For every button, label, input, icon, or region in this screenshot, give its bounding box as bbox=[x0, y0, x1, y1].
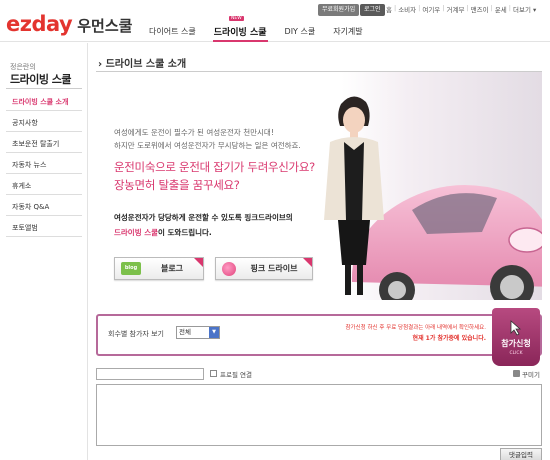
nav-new-badge: NEW bbox=[229, 16, 244, 21]
util-link-home[interactable]: 홈 bbox=[386, 4, 392, 14]
sidebar-heading: 드라이빙 스쿨 bbox=[10, 73, 72, 86]
logo-brand: ezday bbox=[6, 12, 73, 36]
hero-question: 운전미숙으로 운전대 잡기가 두려우신가요? 장농면허 탈출을 꿈꾸세요? bbox=[114, 158, 315, 194]
nickname-input[interactable] bbox=[96, 368, 204, 380]
decorate-icon[interactable] bbox=[513, 370, 520, 377]
hero-banner: 여성에게도 운전이 필수가 된 여성운전자 천만시대! 하지만 도로위에서 여성… bbox=[96, 72, 542, 300]
round-select[interactable]: 전체 ▼ bbox=[176, 326, 220, 339]
blog-button[interactable]: blog 블로그 bbox=[114, 257, 204, 280]
hero-description: 여성운전자가 당당하게 운전할 수 있도록 핑크드라이브의 드라이빙 스쿨이 도… bbox=[114, 210, 293, 240]
mouse-cursor-icon bbox=[510, 320, 522, 336]
hero-intro-line-1: 여성에게도 운전이 필수가 된 여성운전자 천만시대! bbox=[114, 128, 274, 137]
comment-textarea[interactable] bbox=[96, 384, 542, 446]
participants-status: 현재 1가 참가중에 있습니다. bbox=[412, 335, 486, 342]
util-link-mens[interactable]: 맨즈이 bbox=[471, 4, 489, 14]
sidebar-divider bbox=[6, 194, 82, 195]
decorate-label[interactable]: 꾸미기 bbox=[522, 369, 540, 379]
util-link-more[interactable]: 더보기 ▾ bbox=[513, 4, 536, 14]
participants-label: 회수별 참가자 보기 bbox=[108, 330, 164, 338]
chevron-right-icon: › bbox=[98, 59, 103, 70]
sidebar-item-car-qna[interactable]: 자동차 Q&A bbox=[12, 202, 82, 212]
sidebar-divider bbox=[6, 152, 82, 153]
sidebar-divider bbox=[6, 131, 82, 132]
hero-intro-line-2: 하지만 도로위에서 여성운전자가 무시당하는 일은 여전하죠. bbox=[114, 141, 301, 150]
sidebar-divider bbox=[6, 215, 82, 216]
util-link-fortune[interactable]: 운세 bbox=[495, 4, 507, 14]
hero-desc-highlight: 드라이빙 스쿨 bbox=[114, 228, 159, 237]
corner-fold-icon bbox=[194, 258, 203, 267]
blog-icon: blog bbox=[121, 262, 141, 275]
page-title-text: 드라이브 스쿨 소개 bbox=[105, 59, 187, 70]
util-link-yeogiwoo[interactable]: 여기우 bbox=[422, 4, 440, 14]
join-button[interactable]: 무료회원가입 bbox=[318, 4, 360, 16]
main-nav: 다이어트 스쿨 드라이빙 스쿨 DIY 스쿨 자기계발 bbox=[140, 22, 372, 42]
sidebar-item-beginner[interactable]: 초보운전 탈출기 bbox=[12, 139, 82, 149]
nav-driving-school[interactable]: 드라이빙 스쿨 bbox=[205, 22, 276, 42]
pink-drive-button-label: 핑크 드라이브 bbox=[250, 264, 298, 273]
nav-diet-school[interactable]: 다이어트 스쿨 bbox=[140, 22, 205, 40]
hero-desc-line-2: 드라이빙 스쿨이 도와드립니다. bbox=[114, 225, 293, 240]
utility-links: 홈 | 소비자 | 여기우 | 거계부 | 맨즈이 | 운세 | 더보기 ▾ bbox=[386, 4, 537, 14]
hero-question-line-2: 장농면허 탈출을 꿈꾸세요? bbox=[114, 178, 240, 192]
hero-desc-line-1: 여성운전자가 당당하게 운전할 수 있도록 핑크드라이브의 bbox=[114, 213, 293, 222]
hero-question-line-1: 운전미숙으로 운전대 잡기가 두려우신가요? bbox=[114, 160, 315, 174]
hero-desc-rest: 이 도와드립니다. bbox=[158, 228, 212, 237]
pink-drive-icon bbox=[222, 261, 236, 276]
pink-drive-button[interactable]: 핑크 드라이브 bbox=[215, 257, 313, 280]
hero-intro-text: 여성에게도 운전이 필수가 된 여성운전자 천만시대! 하지만 도로위에서 여성… bbox=[114, 126, 301, 152]
page-title: › 드라이브 스쿨 소개 bbox=[98, 55, 186, 70]
sidebar: 정은란의 드라이빙 스쿨 드라이빙 스쿨 소개 공지사항 초보운전 탈출기 자동… bbox=[0, 43, 88, 460]
login-button[interactable]: 로그인 bbox=[360, 4, 385, 16]
participants-panel: 회수별 참가자 보기 전체 ▼ 참가신청 하신 후 무료 당첨결과는 아래 내역… bbox=[96, 314, 542, 356]
instructor-photo bbox=[324, 96, 384, 295]
sidebar-divider bbox=[6, 236, 82, 237]
sidebar-item-rest-area[interactable]: 휴게소 bbox=[12, 181, 82, 191]
sidebar-item-notice[interactable]: 공지사항 bbox=[12, 118, 82, 128]
sidebar-item-intro[interactable]: 드라이빙 스쿨 소개 bbox=[12, 97, 82, 107]
sidebar-item-car-news[interactable]: 자동차 뉴스 bbox=[12, 160, 82, 170]
profile-link-checkbox[interactable] bbox=[210, 370, 217, 377]
sidebar-divider bbox=[6, 88, 82, 89]
logo-subtitle: 우먼스쿨 bbox=[77, 17, 133, 35]
apply-button-sub: CLICK bbox=[509, 351, 523, 356]
sidebar-item-photo-album[interactable]: 포토앨범 bbox=[12, 223, 82, 233]
util-link-ledger[interactable]: 거계부 bbox=[447, 4, 465, 14]
nav-self-development[interactable]: 자기계발 bbox=[324, 22, 371, 40]
top-bar: ezday 우먼스쿨 무료회원가입 로그인 홈 | 소비자 | 여기우 | 거계부 | … bbox=[0, 0, 550, 42]
round-select-value: 전체 bbox=[179, 328, 191, 336]
submit-comment-button[interactable]: 댓글입력 bbox=[500, 448, 542, 460]
apply-button[interactable]: 참가신청 CLICK bbox=[492, 308, 540, 366]
chevron-down-icon: ▼ bbox=[209, 327, 219, 338]
util-link-consumer[interactable]: 소비자 bbox=[398, 4, 416, 14]
corner-fold-icon bbox=[303, 258, 312, 267]
sidebar-divider bbox=[6, 110, 82, 111]
profile-link-label: 프로필 연결 bbox=[220, 371, 252, 379]
participants-note: 참가신청 하신 후 무료 당첨결과는 아래 내역에서 확인하세요. bbox=[345, 325, 487, 331]
nav-diy-school[interactable]: DIY 스쿨 bbox=[276, 22, 325, 40]
site-logo[interactable]: ezday 우먼스쿨 bbox=[6, 12, 132, 36]
apply-button-label: 참가신청 bbox=[501, 339, 531, 348]
sidebar-divider bbox=[6, 173, 82, 174]
